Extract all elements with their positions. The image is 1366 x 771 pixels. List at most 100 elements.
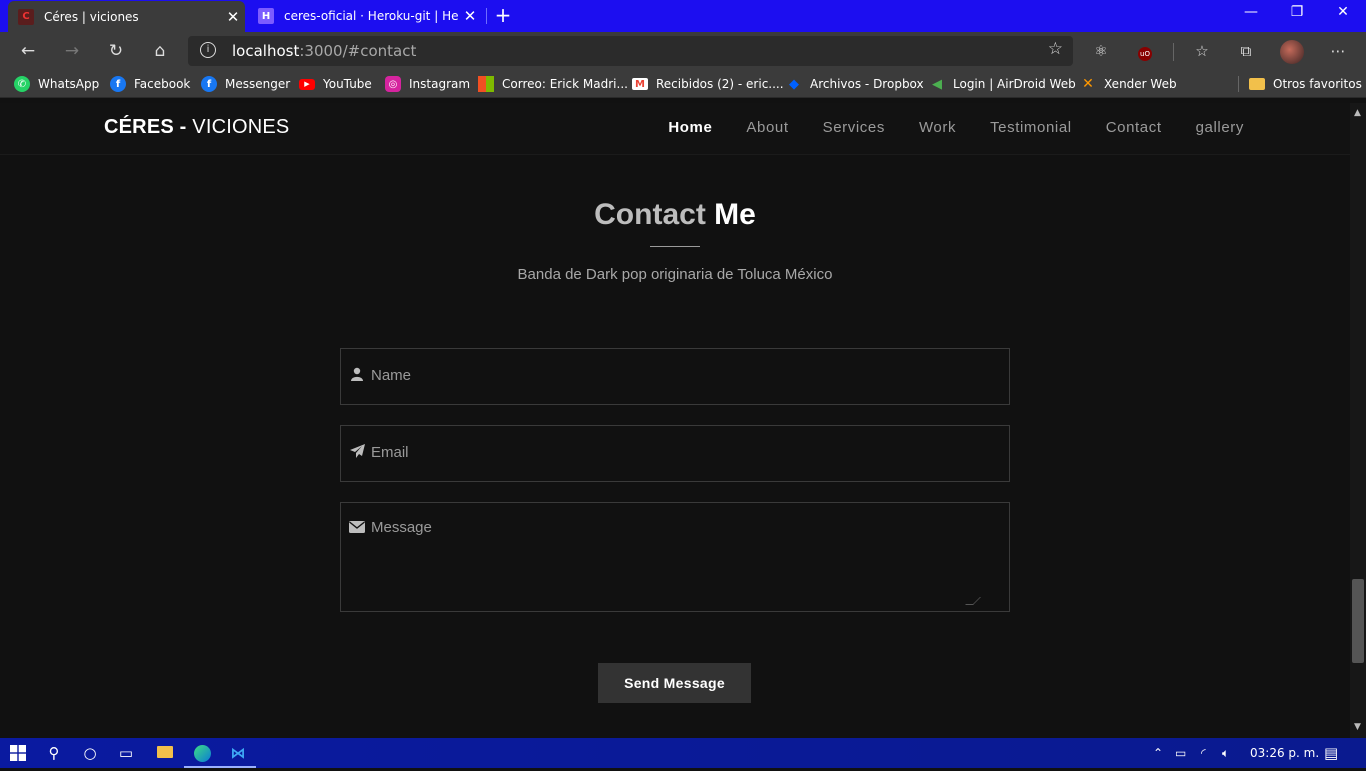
nav-home[interactable]: Home xyxy=(668,119,712,136)
nav-about[interactable]: About xyxy=(746,119,788,136)
search-icon[interactable]: ⚲ xyxy=(36,738,72,768)
microsoft-icon xyxy=(478,76,494,92)
nav-work[interactable]: Work xyxy=(919,119,956,136)
bookmark-label: Messenger xyxy=(225,77,291,91)
tab-title: ceres-oficial · Heroku-git | Herok xyxy=(284,9,458,23)
minimize-icon[interactable]: — xyxy=(1228,0,1274,32)
browser-tab-bar: C Céres | viciones ✕ H ceres-oficial · H… xyxy=(0,0,1366,32)
bookmark-xender[interactable]: ✕ Xender Web xyxy=(1080,70,1177,98)
tab-separator xyxy=(486,8,487,24)
edge-browser-icon[interactable] xyxy=(184,738,220,768)
ublock-icon[interactable]: uO xyxy=(1133,39,1157,63)
bookmark-whatsapp[interactable]: ✆ WhatsApp xyxy=(14,70,99,98)
notifications-icon[interactable]: ▤ xyxy=(1324,738,1338,768)
url-host: localhost xyxy=(232,42,300,60)
tab-title: Céres | viciones xyxy=(44,9,139,24)
bookmark-label: Login | AirDroid Web xyxy=(953,77,1076,91)
bookmark-facebook[interactable]: f Facebook xyxy=(110,70,190,98)
name-field[interactable] xyxy=(340,348,1010,405)
back-icon[interactable]: ← xyxy=(14,38,42,64)
home-icon[interactable]: ⌂ xyxy=(146,38,174,64)
airdroid-icon: ◀ xyxy=(932,76,942,92)
bookmark-label: Facebook xyxy=(134,77,191,91)
nav-links: Home About Services Work Testimonial Con… xyxy=(634,119,1244,136)
favorites-icon[interactable]: ☆ xyxy=(1190,39,1214,63)
taskbar-clock[interactable]: 03:26 p. m. xyxy=(1250,738,1319,768)
more-menu-icon[interactable]: ⋯ xyxy=(1326,39,1350,63)
bookmark-label: Recibidos (2) - eric.... xyxy=(656,77,784,91)
whatsapp-icon: ✆ xyxy=(14,76,30,92)
refresh-icon[interactable]: ↻ xyxy=(102,38,130,64)
bookmark-correo[interactable]: Correo: Erick Madri... xyxy=(478,70,628,98)
ceres-favicon-icon: C xyxy=(18,8,34,25)
brand-bold: CÉRES - xyxy=(104,116,187,138)
bookmark-airdroid[interactable]: ◀ Login | AirDroid Web xyxy=(929,70,1076,98)
close-window-icon[interactable]: ✕ xyxy=(1320,0,1366,32)
task-view-icon[interactable]: ▭ xyxy=(108,738,144,768)
send-message-button[interactable]: Send Message xyxy=(598,663,751,703)
bookmark-youtube[interactable]: ▶ YouTube xyxy=(299,70,372,98)
bookmark-label: Xender Web xyxy=(1104,77,1177,91)
site-brand[interactable]: CÉRES - VICIONES xyxy=(104,116,289,139)
nav-contact[interactable]: Contact xyxy=(1106,119,1162,136)
youtube-icon: ▶ xyxy=(299,78,315,90)
bookmark-instagram[interactable]: ◎ Instagram xyxy=(385,70,470,98)
close-tab-icon[interactable]: ✕ xyxy=(221,8,245,26)
windows-taskbar: ⚲ ○ ▭ ⋈ ⌃ ▭ ◜ 🔈︎ 03:26 p. m. ▤ xyxy=(0,738,1366,768)
bookmark-dropbox[interactable]: ◆ Archivos - Dropbox xyxy=(786,70,924,98)
folder-icon xyxy=(1249,78,1265,90)
bookmark-messenger[interactable]: f Messenger xyxy=(201,70,290,98)
favorite-star-icon[interactable]: ☆ xyxy=(1048,39,1063,59)
message-field[interactable] xyxy=(340,502,1010,612)
contact-title-bold: Me xyxy=(714,198,756,231)
windows-start-icon[interactable] xyxy=(0,738,36,768)
instagram-icon: ◎ xyxy=(385,76,401,92)
user-icon xyxy=(349,367,365,385)
nav-testimonial[interactable]: Testimonial xyxy=(990,119,1072,136)
tab-heroku[interactable]: H ceres-oficial · Heroku-git | Herok ✕ xyxy=(250,0,482,32)
email-input[interactable] xyxy=(371,444,991,461)
battery-icon[interactable]: ▭ xyxy=(1175,738,1186,768)
hidden-icons-chevron-icon[interactable]: ⌃ xyxy=(1153,738,1163,768)
vscode-icon[interactable]: ⋈ xyxy=(220,738,256,768)
restore-icon[interactable]: ❐ xyxy=(1274,0,1320,32)
new-tab-icon[interactable]: + xyxy=(492,4,514,26)
forward-icon[interactable]: → xyxy=(58,38,86,64)
email-field[interactable] xyxy=(340,425,1010,482)
other-favorites[interactable]: Otros favoritos xyxy=(1249,70,1362,98)
message-textarea[interactable] xyxy=(371,519,991,599)
contact-title-light: Contact xyxy=(594,198,706,231)
address-url[interactable]: localhost:3000/#contact xyxy=(232,42,416,60)
browser-toolbar: ← → ↻ ⌂ i localhost:3000/#contact ☆ ⚛ uO… xyxy=(0,32,1366,70)
nav-gallery[interactable]: gallery xyxy=(1196,119,1244,136)
gmail-icon: M xyxy=(632,78,648,90)
contact-subtitle: Banda de Dark pop originaria de Toluca M… xyxy=(517,266,833,283)
address-bar[interactable]: i localhost:3000/#contact ☆ xyxy=(188,36,1073,66)
wifi-icon[interactable]: ◜ xyxy=(1201,738,1206,768)
scroll-up-arrow-icon[interactable]: ▲ xyxy=(1354,108,1361,118)
tab-ceres[interactable]: C Céres | viciones ✕ xyxy=(8,1,245,32)
facebook-icon: f xyxy=(110,76,126,92)
volume-icon[interactable]: 🔈︎ xyxy=(1222,738,1229,768)
bookmark-gmail[interactable]: M Recibidos (2) - eric.... xyxy=(632,70,784,98)
nav-services[interactable]: Services xyxy=(823,119,885,136)
scrollbar-thumb[interactable] xyxy=(1352,579,1364,663)
brand-light: VICIONES xyxy=(192,116,290,138)
file-explorer-icon[interactable] xyxy=(147,738,183,768)
name-input[interactable] xyxy=(371,367,991,384)
bookmark-label: Correo: Erick Madri... xyxy=(502,77,628,91)
url-path: :3000/#contact xyxy=(299,42,417,60)
react-devtools-icon[interactable]: ⚛ xyxy=(1089,39,1113,63)
xender-icon: ✕ xyxy=(1082,76,1094,92)
close-tab-icon[interactable]: ✕ xyxy=(458,7,482,25)
site-info-icon[interactable]: i xyxy=(200,42,216,58)
page-viewport: CÉRES - VICIONES Home About Services Wor… xyxy=(0,103,1350,738)
cortana-icon[interactable]: ○ xyxy=(72,738,108,768)
collections-icon[interactable]: ⧉ xyxy=(1234,39,1258,63)
profile-avatar[interactable] xyxy=(1280,40,1304,64)
bookmarks-separator xyxy=(1238,76,1239,92)
bookmarks-bar: ✆ WhatsApp f Facebook f Messenger ▶ YouTube … xyxy=(0,70,1366,98)
scroll-down-arrow-icon[interactable]: ▼ xyxy=(1354,722,1361,732)
bookmark-label: Instagram xyxy=(409,77,471,91)
paper-plane-icon xyxy=(349,444,365,462)
